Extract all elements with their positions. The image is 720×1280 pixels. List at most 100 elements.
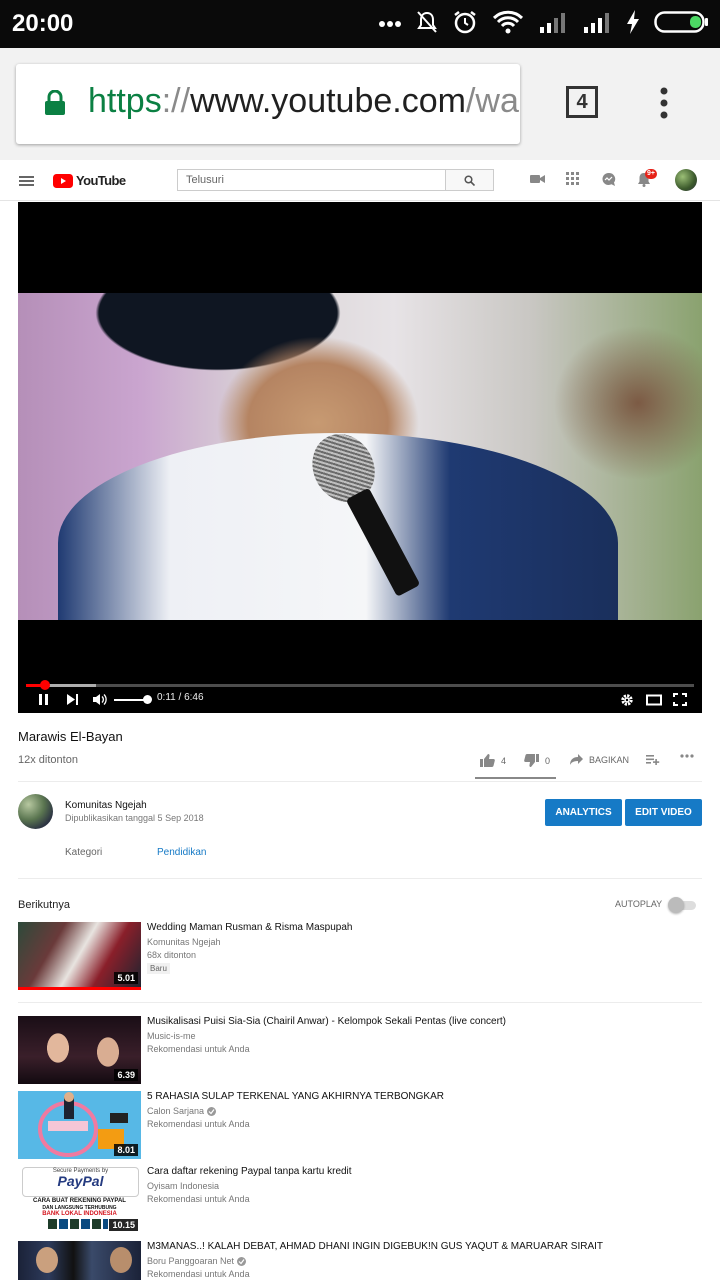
rec-title[interactable]: Cara daftar rekening Paypal tanpa kartu … xyxy=(147,1166,702,1177)
search-icon xyxy=(464,174,475,186)
rec-channel: Music-is-me xyxy=(147,1031,196,1041)
volume-icon[interactable] xyxy=(92,693,107,711)
video-thumbnail[interactable]: 6.39 xyxy=(18,1016,141,1084)
more-actions-button[interactable] xyxy=(680,754,694,758)
channel-avatar[interactable] xyxy=(18,794,53,829)
view-count: 12x ditonton xyxy=(18,754,78,766)
thumbs-down-icon xyxy=(524,754,539,767)
rec-channel: Boru Panggoaran Net xyxy=(147,1256,247,1266)
video-thumbnail[interactable]: 5.01 xyxy=(18,922,141,990)
address-bar[interactable]: https://www.youtube.com/wa xyxy=(16,64,520,144)
volume-knob[interactable] xyxy=(143,695,152,704)
list-item[interactable]: 8.01 5 RAHASIA SULAP TERKENAL YANG AKHIR… xyxy=(18,1091,702,1159)
rec-channel: Oyisam Indonesia xyxy=(147,1181,220,1191)
time-display: 0:11 / 6:46 xyxy=(157,692,204,703)
divider xyxy=(18,878,702,879)
youtube-logo[interactable]: YouTube xyxy=(53,173,126,188)
rec-channel: Calon Sarjana xyxy=(147,1106,217,1116)
clock: 20:00 xyxy=(12,10,74,37)
share-button[interactable]: BAGIKAN xyxy=(570,754,629,765)
like-count: 4 xyxy=(501,755,507,766)
up-next-heading: Berikutnya xyxy=(18,899,70,911)
search-button[interactable] xyxy=(446,169,494,191)
muted-bell-icon xyxy=(416,10,438,39)
apps-grid-icon[interactable] xyxy=(566,172,579,190)
list-item[interactable]: Secure Payments by PayPal CARA BUAT REKE… xyxy=(18,1166,702,1234)
account-avatar[interactable] xyxy=(675,169,697,191)
dislike-count: 0 xyxy=(545,755,551,766)
edit-video-button[interactable]: EDIT VIDEO xyxy=(625,799,702,826)
browser-menu-icon[interactable] xyxy=(652,86,676,125)
channel-name[interactable]: Komunitas Ngejah xyxy=(65,800,147,811)
rec-meta: Rekomendasi untuk Anda xyxy=(147,1269,250,1279)
next-video-icon[interactable] xyxy=(66,693,79,711)
verified-icon xyxy=(207,1106,217,1116)
analytics-button[interactable]: ANALYTICS xyxy=(545,799,622,826)
rec-title[interactable]: 5 RAHASIA SULAP TERKENAL YANG AKHIRNYA T… xyxy=(147,1091,702,1102)
signal-icon xyxy=(582,11,612,38)
dislike-button[interactable]: 0 xyxy=(524,754,550,767)
list-item[interactable]: 6.39 Musikalisasi Puisi Sia-Sia (Chairil… xyxy=(18,1016,702,1084)
notification-badge: 9+ xyxy=(645,169,657,179)
more-horizontal-icon xyxy=(680,754,694,758)
youtube-play-logo-icon xyxy=(53,173,73,188)
search-input[interactable]: Telusuri xyxy=(177,169,446,191)
signal-icon xyxy=(538,11,568,38)
add-to-playlist-icon xyxy=(646,755,660,765)
like-button[interactable]: 4 xyxy=(480,754,506,767)
category-link[interactable]: Pendidikan xyxy=(157,847,206,858)
rec-title[interactable]: Wedding Maman Rusman & Risma Maspupah xyxy=(147,922,702,933)
hamburger-menu-icon[interactable] xyxy=(19,174,34,192)
rec-meta: Rekomendasi untuk Anda xyxy=(147,1044,250,1054)
rec-meta: 68x ditonton xyxy=(147,950,197,960)
browser-toolbar: https://www.youtube.com/wa 4 xyxy=(0,48,720,160)
youtube-header: YouTube Telusuri xyxy=(0,160,720,201)
player-controls: 0:11 / 6:46 xyxy=(18,672,702,713)
video-thumbnail[interactable]: 8.01 xyxy=(18,1091,141,1159)
more-dots-icon xyxy=(378,15,402,33)
wifi-icon xyxy=(492,10,524,39)
rec-meta: Rekomendasi untuk Anda xyxy=(147,1119,250,1129)
video-thumbnail[interactable]: Secure Payments by PayPal CARA BUAT REKE… xyxy=(18,1166,141,1234)
fullscreen-icon[interactable] xyxy=(673,693,687,711)
bank-logos xyxy=(48,1219,108,1229)
tab-switcher-button[interactable]: 4 xyxy=(566,86,598,118)
pause-icon[interactable] xyxy=(38,693,50,711)
video-player[interactable]: 0:11 / 6:46 xyxy=(18,202,702,713)
messages-icon[interactable] xyxy=(601,172,616,192)
status-icons xyxy=(378,8,710,40)
thumb-person xyxy=(110,1247,132,1273)
duration-badge: 10.15 xyxy=(109,1219,138,1231)
battery-icon xyxy=(654,10,710,39)
url-text: https://www.youtube.com/wa xyxy=(88,82,519,120)
new-badge: Baru xyxy=(147,963,170,974)
progress-bar[interactable] xyxy=(26,684,694,687)
rec-title[interactable]: Musikalisasi Puisi Sia-Sia (Chairil Anwa… xyxy=(147,1016,702,1027)
thumb-person xyxy=(36,1247,58,1273)
rec-title[interactable]: M3MANAS..! KALAH DEBAT, AHMAD DHANI INGI… xyxy=(147,1241,702,1252)
category-label: Kategori xyxy=(65,847,103,858)
duration-badge: 5.01 xyxy=(114,972,138,984)
divider xyxy=(18,781,702,782)
paypal-banner: Secure Payments by PayPal xyxy=(22,1167,139,1197)
theater-mode-icon[interactable] xyxy=(646,693,662,711)
lock-icon xyxy=(44,89,66,121)
list-item[interactable]: 5.01 Wedding Maman Rusman & Risma Maspup… xyxy=(18,922,702,992)
add-to-playlist-button[interactable] xyxy=(646,754,660,765)
video-thumbnail[interactable] xyxy=(18,1241,141,1280)
rec-meta: Rekomendasi untuk Anda xyxy=(147,1194,250,1204)
publish-date: Dipublikasikan tanggal 5 Sep 2018 xyxy=(65,813,204,823)
autoplay-toggle-knob[interactable] xyxy=(668,897,684,913)
charging-icon xyxy=(626,9,640,39)
status-bar: 20:00 xyxy=(0,0,720,48)
video-title: Marawis El-Bayan xyxy=(18,729,123,744)
duration-badge: 6.39 xyxy=(114,1069,138,1081)
thumbs-up-icon xyxy=(480,754,495,767)
duration-badge: 8.01 xyxy=(114,1144,138,1156)
video-frame[interactable] xyxy=(18,293,702,620)
autoplay-label: AUTOPLAY xyxy=(615,899,663,909)
list-item[interactable]: M3MANAS..! KALAH DEBAT, AHMAD DHANI INGI… xyxy=(18,1241,702,1280)
scrubber-handle[interactable] xyxy=(39,680,50,690)
upload-video-icon[interactable] xyxy=(530,172,545,191)
settings-gear-icon[interactable] xyxy=(620,693,634,712)
